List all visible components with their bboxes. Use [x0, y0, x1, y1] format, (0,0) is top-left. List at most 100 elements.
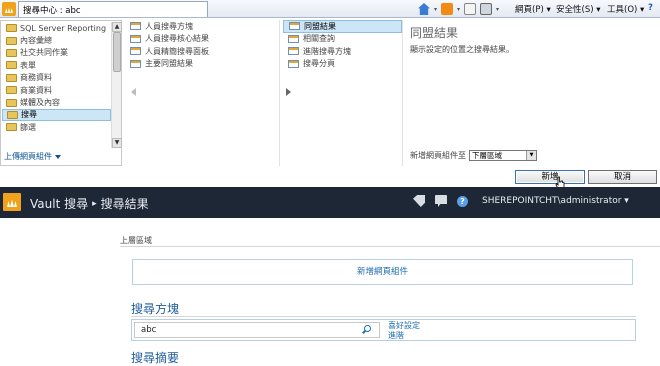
browser-tab-title: 搜尋中心 : abc — [23, 6, 81, 16]
category-item[interactable]: 商業資料 — [2, 84, 111, 96]
suite-icons: ? — [413, 195, 468, 207]
advanced-link[interactable]: 進階 — [388, 331, 420, 341]
web-part-item[interactable]: 相關查詢 — [283, 33, 402, 46]
web-part-label: 人員精簡搜尋面板 — [145, 46, 209, 56]
category-item[interactable]: SQL Server Reporting — [2, 22, 111, 34]
page-menu[interactable]: 網頁(P) ▾ — [515, 3, 551, 15]
zone-select-value: 下層區域 — [472, 151, 502, 160]
web-part-gallery: SQL Server Reporting 內容彙總社交共同作業 表單商務資料 商業資料… — [0, 18, 660, 168]
category-label: SQL Server Reporting — [20, 23, 107, 33]
web-part-item[interactable]: 同盟結果 — [283, 20, 402, 33]
folder-icon — [6, 61, 17, 70]
category-label: 篩選 — [20, 122, 36, 132]
home-dropdown-icon[interactable]: ▾ — [434, 6, 437, 13]
web-part-label: 相關查詢 — [303, 34, 335, 44]
sharepoint-logo-icon[interactable] — [3, 193, 21, 211]
scroll-thumb[interactable] — [113, 32, 121, 72]
scroll-up-icon[interactable]: ▲ — [112, 22, 122, 32]
folder-icon — [6, 123, 17, 132]
category-label: 表單 — [20, 60, 36, 70]
category-scroll-area[interactable]: SQL Server Reporting 內容彙總社交共同作業 表單商務資料 商業資料… — [2, 22, 111, 148]
web-part-item[interactable]: 進階搜尋方塊 — [283, 45, 402, 58]
web-part-icon — [288, 47, 299, 56]
home-icon[interactable] — [418, 3, 430, 15]
category-item[interactable]: 表單 — [2, 59, 111, 71]
help-menu[interactable]: ? — [648, 3, 653, 13]
web-part-item[interactable]: 人員搜尋核心結果 — [125, 33, 279, 46]
category-item[interactable]: 內容彙總 — [2, 34, 111, 46]
web-parts-column-1: 人員搜尋方塊人員搜尋核心結果 人員精簡搜尋面板 主要同盟結果 — [125, 20, 280, 166]
category-item[interactable]: 篩選 — [2, 121, 111, 133]
web-part-label: 同盟結果 — [304, 21, 336, 31]
dropdown-arrow-icon[interactable]: ▼ — [526, 151, 536, 160]
web-part-item[interactable]: 人員搜尋方塊 — [125, 20, 279, 33]
upload-web-part-label: 上傳網頁組件 — [4, 152, 52, 161]
web-part-item[interactable]: 人員精簡搜尋面板 — [125, 45, 279, 58]
folder-icon — [6, 36, 17, 45]
category-item[interactable]: 商務資料 — [2, 72, 111, 84]
site-favicon-icon — [2, 2, 16, 16]
breadcrumb-site[interactable]: Vault 搜尋 — [30, 195, 88, 212]
category-item[interactable]: 媒體及內容 — [2, 96, 111, 108]
web-part-icon — [130, 47, 141, 56]
folder-icon — [7, 110, 18, 119]
folder-icon — [6, 86, 17, 95]
safety-menu[interactable]: 安全性(S) ▾ — [556, 3, 601, 15]
category-label: 搜尋 — [21, 110, 37, 120]
search-input[interactable]: abc — [134, 322, 380, 338]
folder-icon — [6, 24, 17, 33]
browser-tab[interactable]: 搜尋中心 : abc — [18, 1, 208, 17]
search-box-web-part: abc 喜好設定 進階 — [131, 319, 636, 341]
upload-web-part-link[interactable]: 上傳網頁組件 — [4, 151, 61, 162]
web-part-item[interactable]: 搜尋分頁 — [283, 58, 402, 71]
feeds-dropdown-icon[interactable]: ▾ — [457, 6, 460, 13]
breadcrumb: Vault 搜尋 ▸ 搜尋結果 — [30, 195, 149, 212]
category-label: 社交共同作業 — [20, 48, 68, 58]
about-description: 顯示設定的位置之搜尋結果。 — [410, 45, 514, 54]
feeds-icon[interactable] — [441, 3, 454, 15]
zone-select[interactable]: 下層區域 ▼ — [469, 150, 537, 161]
search-box-divider — [131, 316, 636, 317]
web-part-label: 搜尋分頁 — [303, 59, 335, 69]
print-dropdown-icon[interactable]: ▾ — [496, 6, 499, 13]
previous-arrow-icon[interactable] — [131, 88, 136, 96]
web-part-label: 主要同盟結果 — [145, 59, 193, 69]
zone-divider — [120, 246, 660, 247]
help-icon[interactable]: ? — [457, 195, 468, 207]
category-scrollbar[interactable]: ▲ ▼ — [111, 22, 122, 148]
user-menu[interactable]: SHEREPOINTCHT\administrator ▾ — [482, 196, 629, 206]
tools-menu[interactable]: 工具(O) ▾ — [607, 3, 644, 15]
folder-icon — [6, 98, 17, 107]
category-item[interactable]: 搜尋 — [2, 108, 111, 122]
web-part-icon — [130, 34, 141, 43]
web-part-label: 人員搜尋方塊 — [145, 21, 193, 31]
category-label: 內容彙總 — [20, 36, 52, 46]
search-box-title[interactable]: 搜尋方塊 — [131, 300, 179, 317]
print-icon[interactable] — [480, 3, 493, 15]
about-panel: 同盟結果 顯示設定的位置之搜尋結果。 新增網頁組件至 下層區域 ▼ — [406, 20, 658, 166]
folder-icon — [6, 48, 17, 57]
chevron-down-icon — [55, 154, 61, 159]
web-part-label: 人員搜尋核心結果 — [145, 34, 209, 44]
read-mail-icon[interactable] — [464, 3, 477, 15]
web-parts-column-2: 同盟結果相關查詢 進階搜尋方塊 搜尋分頁 — [283, 20, 403, 166]
tag-icon[interactable] — [413, 195, 425, 207]
page-content: 上層區域 新增網頁組件 搜尋方塊 abc 喜好設定 進階 搜尋摘要 — [0, 218, 660, 366]
add-web-part-link[interactable]: 新增網頁組件 — [132, 259, 633, 285]
scroll-down-icon[interactable]: ▼ — [112, 138, 122, 148]
web-part-item[interactable]: 主要同盟結果 — [125, 58, 279, 71]
preferences-link[interactable]: 喜好設定 — [388, 321, 420, 331]
next-arrow-icon[interactable] — [286, 88, 291, 96]
search-summary-title[interactable]: 搜尋摘要 — [131, 349, 179, 366]
notes-icon[interactable] — [435, 195, 447, 207]
category-label: 媒體及內容 — [20, 98, 60, 108]
web-part-icon — [288, 34, 299, 43]
web-part-icon — [130, 22, 141, 31]
cancel-button[interactable]: 取消 — [588, 170, 657, 184]
category-item[interactable]: 社交共同作業 — [2, 47, 111, 59]
category-label: 商務資料 — [20, 73, 52, 83]
search-icon[interactable] — [364, 325, 371, 332]
toolbar-icons: ▾ ▾ ▾ — [418, 2, 499, 16]
add-button[interactable]: 新增 — [515, 170, 585, 184]
web-part-icon — [130, 59, 141, 68]
